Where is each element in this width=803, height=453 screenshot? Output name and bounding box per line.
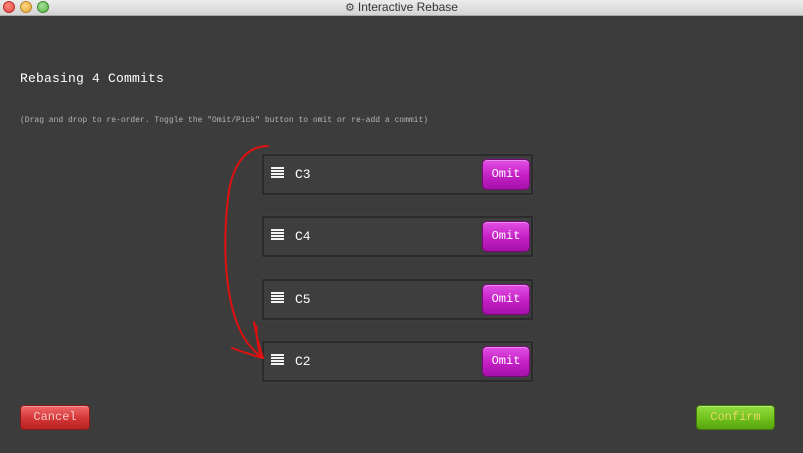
gear-icon: ⚙ <box>345 2 355 14</box>
window-title: Interactive Rebase <box>357 0 458 14</box>
commit-label: C3 <box>295 167 311 182</box>
window-title-wrap: ⚙ Interactive Rebase <box>0 0 803 15</box>
omit-button[interactable]: Omit <box>482 284 530 315</box>
drag-handle-icon[interactable] <box>271 229 284 241</box>
commit-row[interactable]: C5 Omit <box>262 279 533 320</box>
cancel-button[interactable]: Cancel <box>20 405 90 430</box>
commit-label: C2 <box>295 354 311 369</box>
omit-button[interactable]: Omit <box>482 346 530 377</box>
commit-row[interactable]: C4 Omit <box>262 216 533 257</box>
drag-handle-icon[interactable] <box>271 292 284 304</box>
omit-button[interactable]: Omit <box>482 221 530 252</box>
page-title: Rebasing 4 Commits <box>20 71 165 86</box>
commit-row[interactable]: C3 Omit <box>262 154 533 195</box>
commit-label: C4 <box>295 229 311 244</box>
title-bar: ⚙ Interactive Rebase <box>0 0 803 16</box>
commit-label: C5 <box>295 292 311 307</box>
drag-handle-icon[interactable] <box>271 167 284 179</box>
commit-row[interactable]: C2 Omit <box>262 341 533 382</box>
instructions-text: (Drag and drop to re-order. Toggle the "… <box>20 116 429 125</box>
confirm-button[interactable]: Confirm <box>696 405 775 430</box>
drag-handle-icon[interactable] <box>271 354 284 366</box>
omit-button[interactable]: Omit <box>482 159 530 190</box>
interactive-rebase-window: ⚙ Interactive Rebase Rebasing 4 Commits (… <box>0 0 803 453</box>
